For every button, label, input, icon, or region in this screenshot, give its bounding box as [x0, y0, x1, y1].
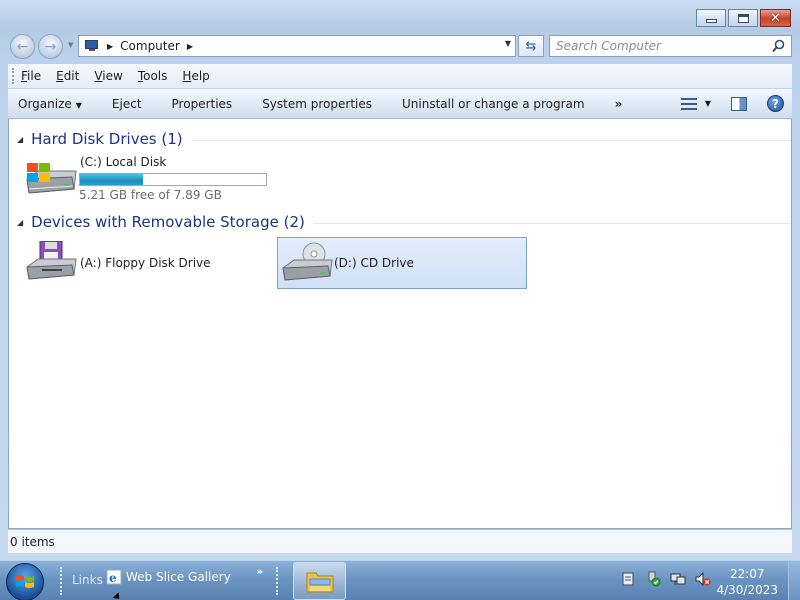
command-bar: Organize ▼ Eject Properties System proper… — [8, 89, 792, 119]
menu-view[interactable]: View — [94, 69, 122, 83]
back-arrow-icon: ← — [16, 38, 29, 55]
properties-button[interactable]: Properties — [172, 97, 233, 111]
change-view-icon[interactable] — [680, 97, 697, 111]
computer-icon — [84, 40, 100, 52]
search-input[interactable] — [550, 36, 760, 56]
organize-button[interactable]: Organize ▼ — [18, 97, 82, 111]
toolbar-grip[interactable] — [276, 567, 280, 595]
close-button[interactable]: ✕ — [760, 9, 791, 27]
uninstall-program-button[interactable]: Uninstall or change a program — [402, 97, 585, 111]
recent-pages-dropdown-icon[interactable]: ▼ — [68, 41, 73, 49]
breadcrumb-separator-icon[interactable]: ▶ — [107, 42, 113, 51]
explorer-window: ✕ ← → ▼ ▶ Computer ▶ ▼ ⇆ File Edit Vie — [0, 0, 800, 560]
breadcrumb-separator-icon[interactable]: ▶ — [187, 42, 193, 51]
view-controls: ▼ ? — [680, 95, 784, 112]
drive-d-cd[interactable]: (D:) CD Drive — [277, 237, 527, 289]
menu-help[interactable]: Help — [182, 69, 209, 83]
collapse-arrow-icon[interactable]: ◢ — [17, 135, 23, 144]
menu-file[interactable]: File — [21, 69, 41, 83]
floppy-drive-icon — [26, 241, 77, 280]
forward-arrow-icon: → — [44, 38, 57, 55]
taskbar-button-explorer[interactable] — [293, 562, 346, 600]
network-icon[interactable] — [670, 571, 686, 587]
more-commands-button[interactable]: » — [615, 97, 623, 111]
organize-dropdown-icon: ▼ — [75, 101, 82, 110]
refresh-button[interactable]: ⇆ — [518, 35, 544, 57]
clock-time: 22:07 — [729, 567, 765, 581]
caption-buttons: ✕ — [696, 9, 791, 27]
nav-buttons: ← → ▼ — [10, 33, 82, 59]
forward-button[interactable]: → — [38, 34, 63, 59]
notification-area — [620, 571, 720, 587]
refresh-icon: ⇆ — [525, 38, 537, 54]
group-header-removable-storage[interactable]: ◢ Devices with Removable Storage (2) — [17, 213, 791, 231]
maximize-icon — [737, 13, 749, 23]
volume-muted-icon[interactable] — [695, 571, 711, 587]
cd-drive-icon — [282, 242, 333, 281]
start-button[interactable] — [6, 563, 44, 600]
internet-explorer-icon: e — [106, 569, 122, 585]
action-center-icon[interactable] — [620, 571, 636, 587]
toolbar-grip[interactable] — [60, 567, 64, 595]
minimize-icon — [705, 19, 717, 23]
view-options-dropdown-icon[interactable]: ▼ — [705, 99, 711, 108]
links-overflow-button[interactable]: » — [256, 565, 263, 578]
disk-free-space: 5.21 GB free of 7.89 GB — [79, 188, 222, 202]
navigation-bar: ← → ▼ ▶ Computer ▶ ▼ ⇆ — [8, 33, 792, 59]
breadcrumb-computer[interactable]: Computer — [120, 39, 180, 53]
disk-usage-bar — [79, 173, 267, 186]
collapse-arrow-icon[interactable]: ◢ — [17, 218, 23, 227]
status-item-count: 0 items — [10, 534, 55, 549]
menu-bar: File Edit View Tools Help — [8, 63, 792, 88]
address-dropdown-icon[interactable]: ▼ — [505, 39, 511, 48]
disk-usage-fill — [80, 174, 144, 185]
svg-text:e: e — [109, 571, 117, 585]
system-properties-button[interactable]: System properties — [262, 97, 372, 111]
web-slice-gallery-link[interactable]: e Web Slice Gallery — [106, 569, 231, 585]
usb-icon[interactable] — [645, 571, 661, 587]
close-icon: ✕ — [770, 10, 781, 26]
drive-label: (A:) Floppy Disk Drive — [80, 256, 211, 270]
drive-label: (C:) Local Disk — [80, 155, 167, 169]
status-bar: 0 items — [8, 529, 792, 553]
hard-disk-icon — [26, 163, 77, 194]
drive-a-floppy[interactable]: (A:) Floppy Disk Drive — [24, 237, 274, 289]
address-bar[interactable]: ▶ Computer ▶ ▼ — [78, 35, 516, 57]
menu-grip — [12, 68, 15, 84]
help-icon[interactable]: ? — [767, 95, 784, 112]
eject-button[interactable]: Eject — [112, 97, 142, 111]
menu-tools[interactable]: Tools — [138, 69, 168, 83]
menu-edit[interactable]: Edit — [56, 69, 79, 83]
search-icon[interactable] — [772, 39, 785, 53]
maximize-button[interactable] — [728, 9, 758, 27]
search-box[interactable] — [549, 35, 792, 57]
minimize-button[interactable] — [696, 9, 726, 27]
windows-logo-icon — [16, 575, 34, 588]
show-desktop-button[interactable] — [788, 561, 800, 600]
drive-label: (D:) CD Drive — [334, 256, 414, 270]
folder-icon — [306, 572, 333, 593]
back-button[interactable]: ← — [10, 34, 35, 59]
links-toolbar-label: Links — [72, 573, 103, 587]
clock[interactable]: 22:07 4/30/2023 — [716, 566, 778, 598]
clock-date: 4/30/2023 — [716, 583, 778, 597]
content-pane: ◢ Hard Disk Drives (1) (C:) Local Disk 5… — [8, 119, 792, 529]
preview-pane-icon[interactable] — [731, 96, 747, 111]
group-header-hard-disk-drives[interactable]: ◢ Hard Disk Drives (1) — [17, 130, 791, 148]
